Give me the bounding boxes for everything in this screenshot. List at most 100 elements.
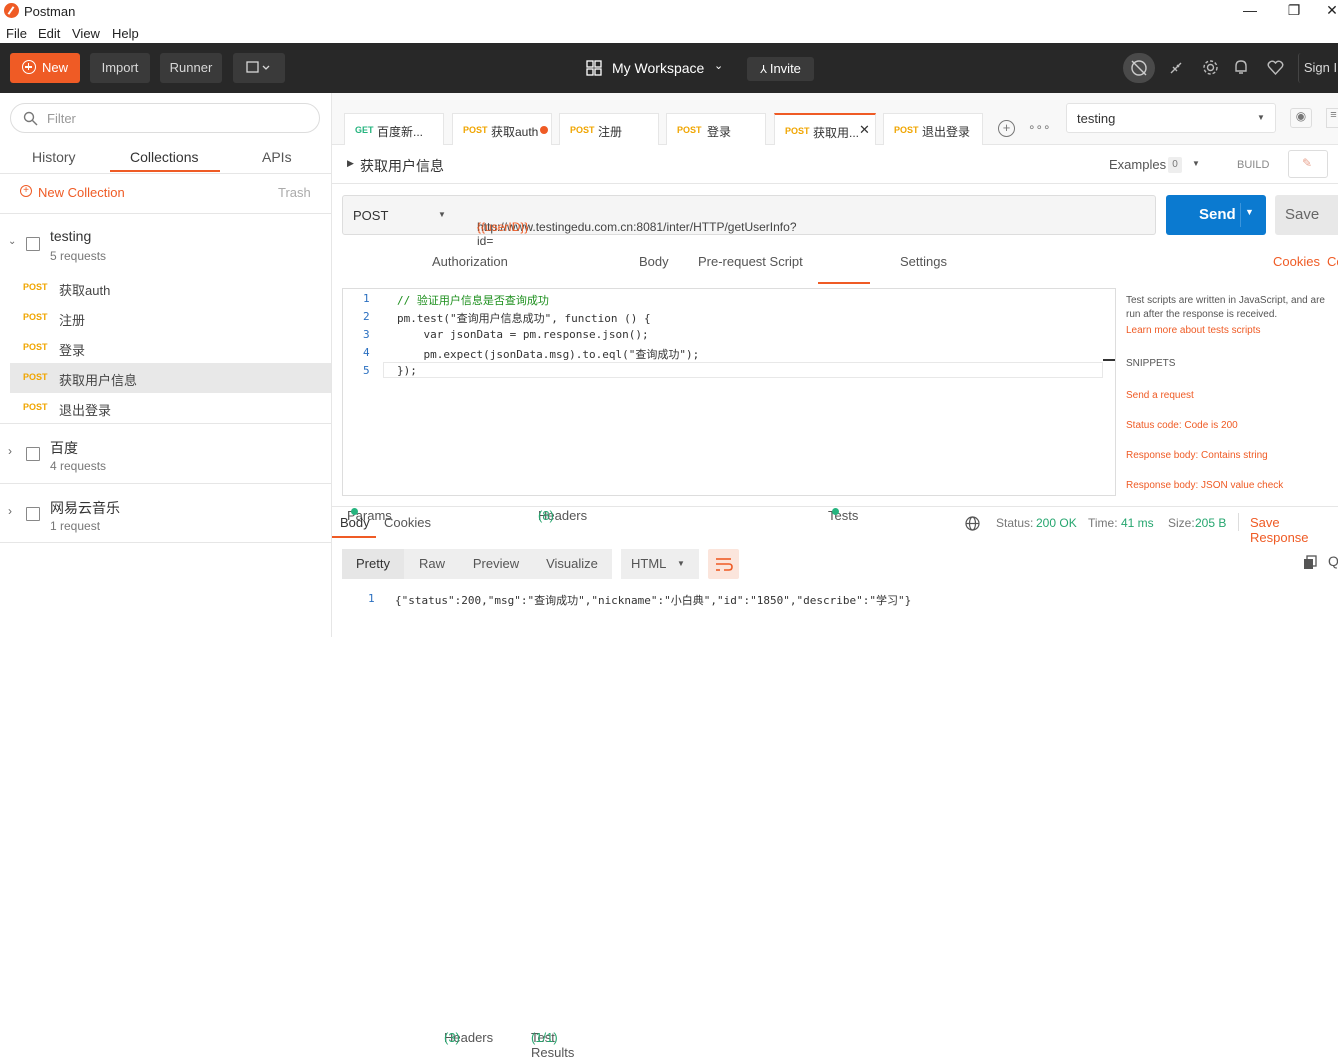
maximize-icon[interactable]: ❐ — [1284, 2, 1304, 19]
tab-request[interactable]: GET 百度新... — [344, 113, 444, 145]
minimize-icon[interactable]: — — [1240, 2, 1260, 18]
examples-count: 0 — [1168, 157, 1182, 173]
collection-count: 4 requests — [50, 459, 107, 473]
new-collection-plus-icon: + — [20, 185, 32, 197]
view-pretty-button[interactable]: Pretty — [342, 549, 404, 579]
method-select[interactable]: POST ▼ — [342, 195, 458, 235]
filter-input[interactable]: Filter — [10, 103, 320, 133]
method-badge: POST — [463, 125, 488, 135]
new-collection-button[interactable]: New Collection — [38, 185, 125, 200]
notification-bell-icon[interactable] — [1233, 59, 1249, 76]
settings-gear-icon[interactable] — [1202, 59, 1219, 76]
view-preview-button[interactable]: Preview — [460, 549, 532, 579]
environment-quick-look-eye-icon[interactable]: ◉ — [1290, 108, 1312, 128]
status-value[interactable]: 200 OK — [1036, 516, 1077, 530]
menu-view[interactable]: View — [72, 26, 100, 41]
menu-help[interactable]: Help — [112, 26, 139, 41]
tab-request[interactable]: POST 退出登录 — [883, 113, 983, 145]
chevron-down-icon: ⌄ — [8, 236, 17, 247]
menu-file[interactable]: File — [6, 26, 27, 41]
folder-icon — [26, 237, 40, 251]
learn-more-link[interactable]: Learn more about tests scripts — [1126, 325, 1261, 336]
edit-pencil-button[interactable]: ✎ — [1288, 150, 1328, 178]
tab-authorization[interactable]: Authorization — [432, 254, 508, 269]
workspace-grid-icon — [586, 60, 602, 76]
tab-request[interactable]: POST 注册 — [559, 113, 659, 145]
request-item[interactable]: POST 注册 — [10, 303, 331, 333]
satellite-icon[interactable] — [1168, 60, 1184, 76]
environment-selector[interactable]: testing ▼ — [1066, 103, 1276, 133]
close-tab-icon[interactable]: ✕ — [859, 122, 870, 138]
more-tabs-icon[interactable]: ∘∘∘ — [1028, 120, 1051, 134]
heart-icon[interactable] — [1267, 60, 1284, 75]
tab-request-active[interactable]: POST 获取用... ✕ — [774, 113, 876, 145]
format-select[interactable]: HTML ▼ — [621, 549, 699, 579]
save-response-button[interactable]: Save Response — [1250, 515, 1338, 545]
tab-request[interactable]: POST 获取auth — [452, 113, 552, 145]
method-badge: POST — [677, 125, 702, 135]
collection-name: testing — [50, 228, 92, 244]
tests-editor[interactable]: 1 2 3 4 5 // 验证用户信息是否查询成功 pm.test("查询用户信… — [342, 288, 1116, 496]
collection-netease-music[interactable]: › 网易云音乐 1 request — [0, 483, 331, 543]
response-tab-body[interactable]: Body — [340, 515, 370, 530]
time-value[interactable]: 41 ms — [1121, 516, 1154, 530]
snippet-item[interactable]: Send a request — [1126, 390, 1194, 401]
collapse-arrow-icon[interactable]: ▶ — [347, 158, 354, 169]
environment-settings-icon[interactable]: ≡ — [1326, 108, 1338, 128]
request-item[interactable]: POST 获取auth — [10, 273, 331, 303]
size-value[interactable]: 205 B — [1195, 516, 1226, 530]
tab-pre-request-script[interactable]: Pre-request Script — [698, 254, 803, 269]
add-tab-icon[interactable]: + — [998, 120, 1015, 137]
search-icon — [23, 111, 38, 126]
sync-button[interactable] — [1123, 53, 1155, 83]
snippet-item[interactable]: Response body: Contains string — [1126, 450, 1268, 461]
request-item[interactable]: POST 退出登录 — [10, 393, 331, 423]
menu-edit[interactable]: Edit — [38, 26, 60, 41]
tab-apis[interactable]: APIs — [262, 149, 292, 165]
build-mode-label[interactable]: BUILD — [1237, 159, 1269, 171]
runner-button[interactable]: Runner — [160, 53, 222, 83]
collection-count: 1 request — [50, 519, 101, 533]
search-response-icon[interactable]: Q — [1328, 553, 1338, 569]
save-button[interactable]: Save — [1275, 195, 1338, 235]
tab-history[interactable]: History — [32, 149, 76, 165]
view-raw-button[interactable]: Raw — [404, 549, 460, 579]
environment-name: testing — [1077, 111, 1116, 126]
collection-testing[interactable]: ⌄ testing 5 requests — [0, 213, 331, 273]
globe-icon[interactable] — [965, 516, 980, 531]
url-input[interactable]: http://www.testingedu.com.cn:8081/inter/… — [457, 195, 1156, 248]
invite-button[interactable]: ⅄ Invite — [747, 57, 814, 81]
import-button[interactable]: Import — [90, 53, 150, 83]
sign-in-button[interactable]: Sign I — [1298, 53, 1338, 83]
send-button[interactable]: Send ▼ — [1166, 195, 1266, 235]
collection-name: 百度 — [50, 440, 78, 456]
workspace-selector[interactable]: My Workspace — [612, 60, 704, 76]
cookies-link[interactable]: Cookies — [1273, 254, 1320, 269]
send-options-caret-icon[interactable]: ▼ — [1245, 207, 1254, 217]
request-item[interactable]: POST 登录 — [10, 333, 331, 363]
tab-body[interactable]: Body — [639, 254, 669, 269]
request-item-selected[interactable]: POST 获取用户信息 — [10, 363, 331, 393]
wrap-lines-button[interactable] — [708, 549, 739, 579]
caret-down-icon[interactable]: ▼ — [1192, 159, 1200, 168]
copy-icon[interactable] — [1303, 555, 1318, 570]
tab-settings[interactable]: Settings — [900, 254, 947, 269]
new-button[interactable]: New — [10, 53, 80, 83]
response-tab-cookies[interactable]: Cookies — [384, 515, 431, 530]
response-line-number: 1 — [368, 592, 375, 605]
collection-baidu[interactable]: › 百度 4 requests — [0, 423, 331, 483]
tab-request[interactable]: POST 登录 — [666, 113, 766, 145]
examples-button[interactable]: Examples — [1109, 157, 1166, 172]
tab-collections[interactable]: Collections — [130, 149, 198, 165]
method-badge: POST — [23, 372, 48, 382]
code-link[interactable]: Co — [1327, 254, 1338, 269]
close-icon[interactable]: ✕ — [1322, 2, 1338, 19]
snippet-item[interactable]: Response body: JSON value check — [1126, 480, 1283, 491]
view-visualize-button[interactable]: Visualize — [532, 549, 612, 579]
app-title: Postman — [24, 4, 76, 19]
trash-button[interactable]: Trash — [278, 185, 311, 200]
snippet-item[interactable]: Status code: Code is 200 — [1126, 420, 1238, 431]
new-window-button[interactable] — [233, 53, 285, 83]
filter-placeholder: Filter — [47, 111, 76, 126]
response-body[interactable]: {"status":200,"msg":"查询成功","nickname":"小… — [395, 592, 911, 608]
